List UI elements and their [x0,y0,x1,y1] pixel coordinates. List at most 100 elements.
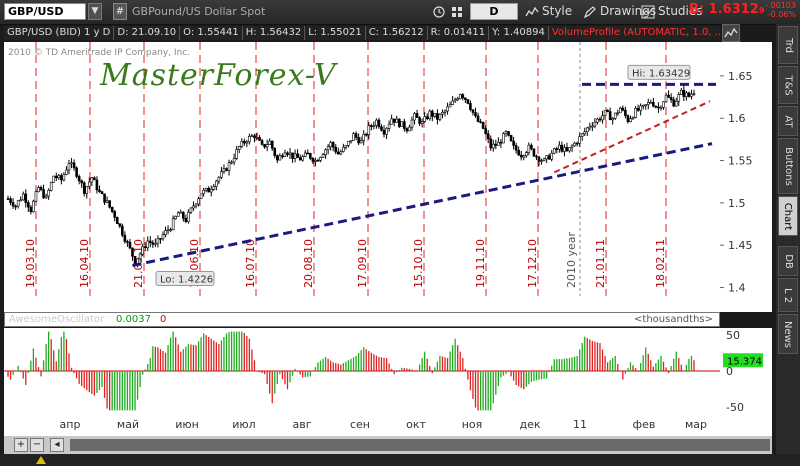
oscillator-title[interactable]: AwesomeOscillator [9,313,104,326]
candle-body [32,200,35,213]
candle-body [176,212,180,217]
candle-body [436,113,439,120]
candle-body [270,140,274,149]
price-y-axis-svg: 1.65 1.6 1.55 1.5 1.45 1.4 [720,70,753,295]
candle-body [90,177,94,183]
style-button[interactable]: Style [525,3,572,20]
chart-style-icon [525,6,539,16]
candle-body [471,109,475,113]
tab-db[interactable]: DB [778,246,798,276]
candle-body [296,153,299,158]
symbol-hash-button[interactable]: # [113,3,127,20]
candle-body [143,246,147,249]
zoom-out-button[interactable]: − [30,438,44,452]
pane-divider[interactable] [4,296,772,312]
candle-body [578,136,581,144]
candle-body [57,175,61,179]
candle-body [677,94,681,102]
bid-price-value: B: 1.6312 [689,2,759,17]
scroll-track[interactable] [70,439,770,451]
candle-body [502,133,505,144]
candle-body [253,135,256,138]
candle-body [616,112,620,115]
tab-at[interactable]: AT [778,106,798,136]
candle-body [14,205,17,208]
candle-body [382,129,386,135]
candle-body [654,105,658,108]
candle-body [179,211,183,214]
candle-body [433,113,437,117]
scroll-left-button[interactable]: ◂ [50,438,64,452]
candle-body [535,155,538,158]
candle-body [606,109,609,112]
candle-body [636,108,640,111]
candle-body [431,110,434,117]
candle-body [469,103,472,110]
candle-body [118,223,122,227]
candle-body [174,216,177,220]
tab-trd[interactable]: Trd [778,26,798,64]
tab-buttons-label: Buttons [782,146,794,186]
price-change-abs: -.00103 [765,1,796,10]
masterforex-watermark: MasterForex-V [100,58,337,93]
info-close: C: 1.56212 [366,26,428,40]
tab-news[interactable]: News [778,314,798,354]
oscillator-y-axis-svg: 500-5015.374 [723,329,763,414]
oscillator-svg[interactable] [4,328,720,414]
studies-icon [641,5,655,18]
chart-scrollbar[interactable]: + − ◂ [4,436,772,454]
zoom-in-button[interactable]: + [14,438,28,452]
candle-body [207,188,211,193]
candle-body [507,131,510,136]
candle-body [550,152,554,160]
candle-body [443,110,447,113]
price-tick-label: 1.65 [728,70,753,83]
link-button[interactable] [450,3,467,20]
candle-body [522,155,526,158]
tab-l2[interactable]: L 2 [778,278,798,312]
alarm-icon [433,5,445,18]
symbol-input[interactable]: GBP/USD [4,3,86,20]
candle-body [385,128,388,135]
candle-body [486,133,490,140]
candle-body [326,146,330,151]
resize-grip-icon[interactable] [34,454,48,466]
candle-body [649,101,653,104]
chart-settings-button[interactable] [722,24,740,42]
candle-body [423,116,426,122]
volume-profile-label[interactable]: VolumeProfile (AUTOMATIC, 1.0, ... [549,26,720,40]
candle-body [209,189,213,193]
candle-body [484,128,487,134]
candle-body [598,118,602,121]
date-label: 20.08.10 [302,239,315,288]
tab-at-label: AT [782,114,794,128]
tab-buttons[interactable]: Buttons [778,138,798,194]
tab-ts[interactable]: T&S [778,66,798,104]
symbol-dropdown-button[interactable]: ▼ [88,3,102,20]
candle-body [217,176,221,182]
candle-body [93,177,96,181]
chart-title[interactable]: GBP/USD (BID) 1 y D [4,26,115,40]
candle-body [268,140,271,145]
date-label: 17.09.10 [356,239,369,288]
time-axis: апр май июн июл авг сен окт ноя дек 11 фев мар [4,414,720,436]
candle-body [364,133,368,136]
oscillator-chart-area[interactable] [4,328,720,414]
price-tick-label: 1.55 [728,155,753,168]
month-label: мар [685,418,707,431]
candle-body [156,238,160,244]
tab-chart[interactable]: Chart [778,196,798,236]
price-y-axis: 1.65 1.6 1.55 1.5 1.45 1.4 [720,42,772,296]
alarm-button[interactable] [432,3,449,20]
candle-body [27,202,30,208]
candle-body [255,137,259,139]
period-button[interactable]: D [470,3,518,20]
candle-body [558,144,561,150]
candle-body [537,156,541,162]
candle-body [362,133,366,141]
candle-body [283,152,287,157]
candle-body [342,147,345,152]
info-date: D: 21.09.10 [114,26,181,40]
candle-body [306,152,310,155]
candle-body [258,137,261,141]
